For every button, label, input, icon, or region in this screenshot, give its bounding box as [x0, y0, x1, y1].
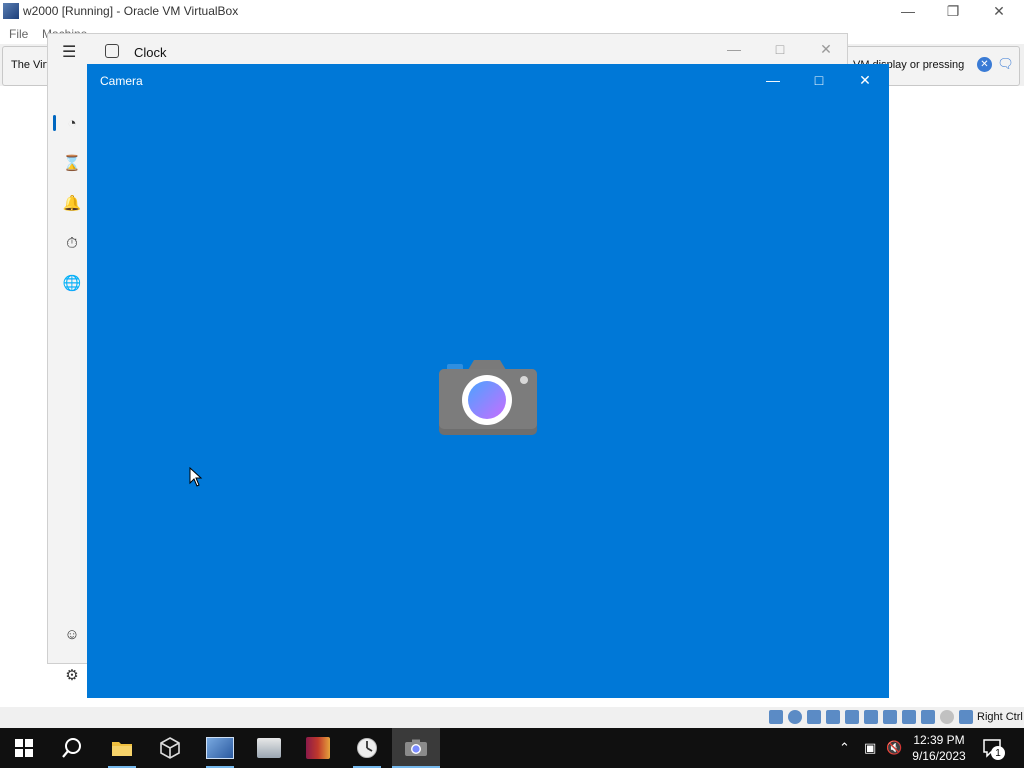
clock-minimize-button[interactable]: —: [711, 38, 757, 60]
optical-drive-status-icon[interactable]: [788, 710, 802, 724]
camera-icon: [405, 739, 427, 756]
recording-status-icon[interactable]: [902, 710, 916, 724]
taskbar-time: 12:39 PM: [913, 733, 965, 747]
notification-badge: 1: [991, 746, 1005, 760]
camera-minimize-button[interactable]: —: [750, 64, 796, 96]
folder-icon: [112, 742, 132, 756]
volume-muted-icon[interactable]: 🔇: [886, 740, 902, 756]
camera-maximize-button[interactable]: □: [796, 64, 842, 96]
start-button[interactable]: [0, 728, 48, 768]
notice-close-icon[interactable]: ✕: [977, 57, 992, 72]
clock-close-button[interactable]: ✕: [803, 38, 849, 60]
hard-disk-status-icon[interactable]: [769, 710, 783, 724]
camera-splash-icon: [439, 360, 537, 435]
search-button[interactable]: [48, 728, 96, 768]
clock-app-icon: [105, 44, 119, 58]
search-icon: [62, 738, 81, 758]
host-minimize-button[interactable]: —: [885, 0, 931, 22]
hamburger-menu-icon[interactable]: ☰: [62, 42, 82, 61]
alarm-icon[interactable]: 🔔: [62, 193, 82, 213]
host-restore-button[interactable]: ❐: [930, 0, 976, 22]
windows-logo-icon: [15, 739, 33, 757]
action-center-button[interactable]: 1: [982, 738, 1005, 760]
clock-titlebar: ☰ Clock — □ ✕: [48, 34, 847, 68]
notice-mute-icon[interactable]: 🗨: [997, 56, 1014, 72]
clock-icon: [357, 738, 377, 758]
winrar-icon: [306, 737, 330, 759]
camera-window: Camera — □ ✕: [87, 64, 889, 698]
taskbar-3d-viewer[interactable]: [146, 728, 194, 768]
taskbar-photos[interactable]: [245, 728, 293, 768]
cube-icon: [160, 737, 180, 759]
clock-title: Clock: [134, 45, 167, 60]
stopwatch-icon[interactable]: ⏱: [62, 233, 82, 253]
host-close-button[interactable]: ✕: [976, 0, 1022, 22]
camera-title: Camera: [100, 74, 143, 88]
camera-close-button[interactable]: ✕: [842, 64, 888, 96]
menu-file[interactable]: File: [9, 27, 28, 41]
show-hidden-icons-chevron-icon[interactable]: ⌃: [839, 740, 850, 756]
taskbar-clock-display[interactable]: 12:39 PM 9/16/2023: [905, 732, 973, 764]
vm-window-icon: [206, 737, 234, 759]
clock-maximize-button[interactable]: □: [757, 38, 803, 60]
photo-app-icon: [257, 738, 281, 758]
settings-gear-icon[interactable]: ⚙: [62, 665, 82, 685]
account-icon[interactable]: ☺: [62, 624, 82, 644]
vt-x-status-icon[interactable]: [921, 710, 935, 724]
focus-sessions-icon[interactable]: ◔: [62, 113, 82, 133]
virtualbox-statusbar: Right Ctrl: [0, 707, 1024, 728]
network-status-icon[interactable]: [826, 710, 840, 724]
audio-status-icon[interactable]: [807, 710, 821, 724]
notice-text-left: The Virt: [11, 59, 50, 71]
taskbar-file-explorer[interactable]: [98, 728, 146, 768]
keyboard-status-icon[interactable]: [959, 710, 973, 724]
virtualbox-titlebar: w2000 [Running] - Oracle VM VirtualBox —…: [0, 0, 1024, 22]
timer-icon[interactable]: ⌛: [62, 153, 82, 173]
usb-status-icon[interactable]: [845, 710, 859, 724]
taskbar-winrar[interactable]: [294, 728, 342, 768]
display-status-icon[interactable]: [883, 710, 897, 724]
taskbar-virtualbox-vm[interactable]: [196, 728, 244, 768]
taskbar-camera[interactable]: [392, 728, 440, 768]
shared-folders-status-icon[interactable]: [864, 710, 878, 724]
nav-selection-indicator: [53, 115, 56, 131]
mouse-integration-status-icon[interactable]: [940, 710, 954, 724]
taskbar-date: 9/16/2023: [912, 749, 966, 763]
mouse-cursor-icon: [189, 467, 203, 487]
virtualbox-logo-icon: [3, 3, 19, 19]
host-key-label: Right Ctrl: [977, 711, 1023, 723]
network-tray-icon[interactable]: ▣: [864, 740, 876, 756]
virtualbox-title: w2000 [Running] - Oracle VM VirtualBox: [23, 4, 239, 18]
taskbar: ⌃ ▣ 🔇 12:39 PM 9/16/2023 1: [0, 728, 1024, 768]
taskbar-clock[interactable]: [343, 728, 391, 768]
world-clock-icon[interactable]: 🌐: [62, 273, 82, 293]
